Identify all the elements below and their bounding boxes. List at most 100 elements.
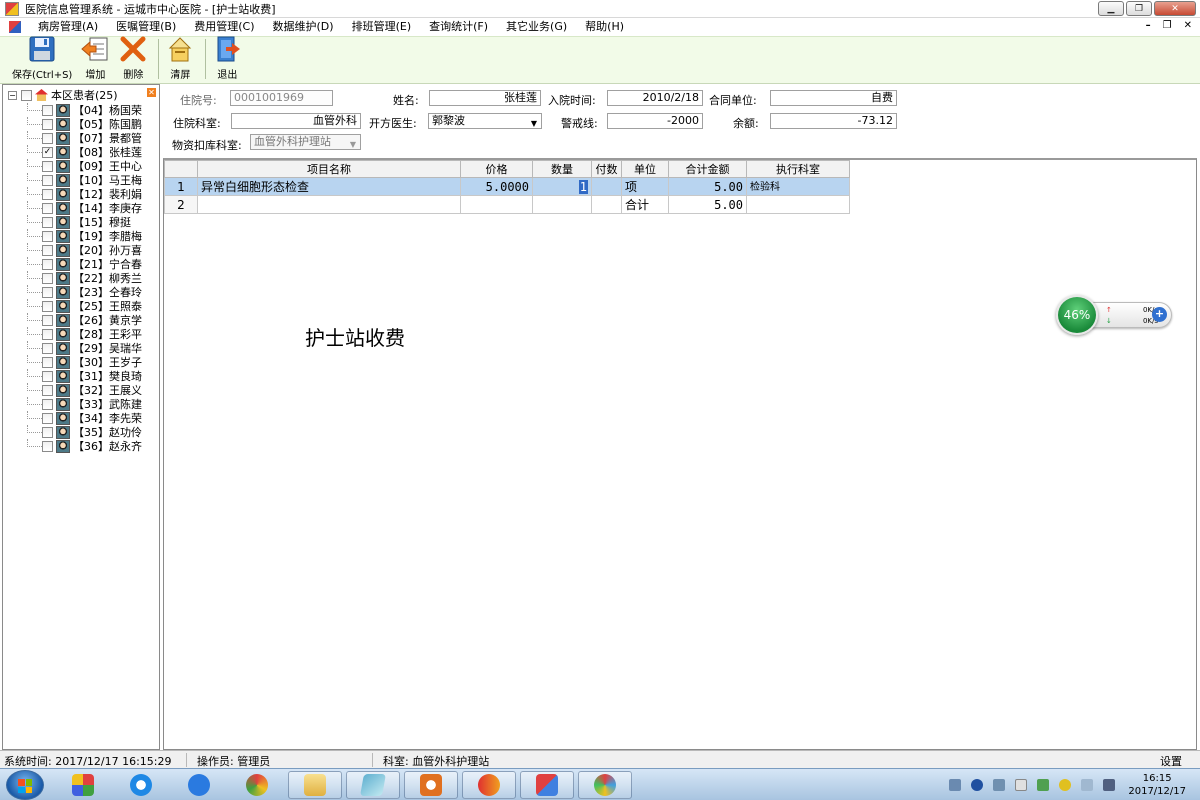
usb-icon[interactable] bbox=[1037, 779, 1050, 791]
menu-schedule[interactable]: 排班管理(E) bbox=[343, 18, 421, 36]
menu-data[interactable]: 数据维护(D) bbox=[264, 18, 343, 36]
cell-doses[interactable] bbox=[591, 177, 622, 196]
cell-item-name[interactable] bbox=[197, 195, 461, 214]
taskbar-app-2[interactable] bbox=[114, 771, 168, 799]
patient-checkbox[interactable] bbox=[42, 300, 53, 312]
patient-checkbox[interactable] bbox=[42, 258, 53, 270]
patient-checkbox[interactable] bbox=[42, 314, 53, 326]
mdi-close-icon[interactable]: ✕ bbox=[1184, 20, 1192, 31]
tree-patient-item[interactable]: 【32】王展义 bbox=[3, 383, 159, 397]
root-checkbox[interactable] bbox=[21, 89, 32, 101]
dropdown-arrow-icon[interactable]: ▼ bbox=[531, 117, 537, 131]
name-field[interactable]: 张桂莲 bbox=[429, 90, 541, 106]
delete-button[interactable]: 删除 bbox=[118, 34, 148, 83]
patient-checkbox[interactable] bbox=[42, 118, 53, 130]
start-button[interactable] bbox=[6, 770, 44, 800]
patient-checkbox[interactable] bbox=[42, 174, 53, 186]
taskbar-app-1[interactable] bbox=[56, 771, 110, 799]
patient-checkbox[interactable] bbox=[42, 426, 53, 438]
menu-other[interactable]: 其它业务(G) bbox=[497, 18, 576, 36]
tree-patient-item[interactable]: 【15】穆挺 bbox=[3, 215, 159, 229]
patient-checkbox[interactable] bbox=[42, 384, 53, 396]
cell-quantity[interactable]: 1 bbox=[532, 177, 592, 196]
tree-patient-item[interactable]: 【26】黄京学 bbox=[3, 313, 159, 327]
minimize-button[interactable]: ▁ bbox=[1098, 1, 1124, 16]
tree-patient-item[interactable]: 【25】王照泰 bbox=[3, 299, 159, 313]
tree-patient-item[interactable]: 【12】裴利娟 bbox=[3, 187, 159, 201]
volume-icon[interactable] bbox=[1103, 779, 1116, 791]
tree-patient-item[interactable]: 【36】赵永齐 bbox=[3, 439, 159, 453]
patient-checkbox[interactable] bbox=[42, 412, 53, 424]
patient-checkbox[interactable] bbox=[42, 202, 53, 214]
help-icon[interactable] bbox=[971, 779, 984, 791]
tree-close-icon[interactable]: ✕ bbox=[147, 88, 156, 97]
tree-patient-item[interactable]: 【04】杨国荣 bbox=[3, 103, 159, 117]
tree-patient-item[interactable]: 【31】樊良琦 bbox=[3, 369, 159, 383]
taskbar-app-9[interactable] bbox=[520, 771, 574, 799]
header-item-name[interactable]: 项目名称 bbox=[197, 160, 461, 178]
restore-button[interactable]: ❐ bbox=[1126, 1, 1152, 16]
add-button[interactable]: 增加 bbox=[80, 34, 110, 83]
patient-checkbox[interactable] bbox=[42, 342, 53, 354]
dropdown-arrow-icon[interactable]: ▼ bbox=[350, 138, 356, 152]
memory-usage-circle[interactable]: 46% bbox=[1056, 295, 1098, 335]
flag-icon[interactable] bbox=[1015, 779, 1028, 791]
patient-checkbox[interactable] bbox=[42, 272, 53, 284]
patient-checkbox[interactable] bbox=[42, 286, 53, 298]
doctor-select[interactable]: 郭黎波 ▼ bbox=[428, 113, 542, 129]
tree-patient-item[interactable]: 【33】武陈建 bbox=[3, 397, 159, 411]
patient-checkbox[interactable] bbox=[42, 132, 53, 144]
patient-checkbox[interactable] bbox=[42, 216, 53, 228]
display-icon[interactable] bbox=[1081, 779, 1094, 791]
tree-patient-item[interactable]: 【21】宁合春 bbox=[3, 257, 159, 271]
patient-checkbox[interactable] bbox=[42, 440, 53, 452]
cell-doses[interactable] bbox=[591, 195, 622, 214]
tree-patient-item[interactable]: 【28】王彩平 bbox=[3, 327, 159, 341]
patient-checkbox[interactable] bbox=[42, 370, 53, 382]
header-price[interactable]: 价格 bbox=[460, 160, 533, 178]
tree-patient-item[interactable]: 【19】李腊梅 bbox=[3, 229, 159, 243]
cell-unit[interactable]: 项 bbox=[621, 177, 669, 196]
network-speed-widget[interactable]: 46% ↑ 0K/s ↓ 0K/s + bbox=[1056, 295, 1174, 335]
plus-icon[interactable]: + bbox=[1152, 307, 1167, 322]
collapse-icon[interactable]: − bbox=[8, 90, 17, 100]
dept-field[interactable]: 血管外科 bbox=[231, 113, 361, 129]
cell-price[interactable]: 5.0000 bbox=[460, 177, 533, 196]
admit-time-field[interactable]: 2010/2/18 bbox=[607, 90, 703, 106]
patient-checkbox[interactable] bbox=[42, 104, 53, 116]
tree-patient-item[interactable]: 【35】赵功伶 bbox=[3, 425, 159, 439]
taskbar-app-3[interactable] bbox=[172, 771, 226, 799]
menu-query[interactable]: 查询统计(F) bbox=[420, 18, 497, 36]
save-button[interactable]: 保存(Ctrl+S) bbox=[12, 34, 72, 83]
patient-checkbox[interactable]: ✓ bbox=[42, 146, 53, 158]
tree-patient-item[interactable]: 【30】王岁子 bbox=[3, 355, 159, 369]
cell-price[interactable] bbox=[460, 195, 533, 214]
header-doses[interactable]: 付数 bbox=[591, 160, 622, 178]
mdi-minimize-icon[interactable]: – bbox=[1146, 20, 1151, 31]
cell-item-name[interactable]: 异常白细胞形态检查 bbox=[197, 177, 461, 196]
header-total[interactable]: 合计金额 bbox=[668, 160, 747, 178]
taskbar-app-10[interactable] bbox=[578, 771, 632, 799]
contract-field[interactable]: 自费 bbox=[770, 90, 897, 106]
cell-quantity[interactable] bbox=[532, 195, 592, 214]
tree-patient-item[interactable]: 【10】马王梅 bbox=[3, 173, 159, 187]
patient-checkbox[interactable] bbox=[42, 230, 53, 242]
settings-link[interactable]: 设置 bbox=[1160, 753, 1182, 769]
tree-patient-item[interactable]: 【23】仝春玲 bbox=[3, 285, 159, 299]
menu-help[interactable]: 帮助(H) bbox=[576, 18, 633, 36]
patient-checkbox[interactable] bbox=[42, 160, 53, 172]
mdi-restore-icon[interactable]: ❐ bbox=[1163, 20, 1172, 31]
header-exec-dept[interactable]: 执行科室 bbox=[746, 160, 850, 178]
admission-no-field[interactable]: 0001001969 bbox=[230, 90, 333, 106]
patient-checkbox[interactable] bbox=[42, 328, 53, 340]
patient-checkbox[interactable] bbox=[42, 244, 53, 256]
tree-patient-item[interactable]: 【29】吴瑞华 bbox=[3, 341, 159, 355]
taskbar-app-5[interactable] bbox=[288, 771, 342, 799]
header-unit[interactable]: 单位 bbox=[621, 160, 669, 178]
material-dept-select[interactable]: 血管外科护理站 ▼ bbox=[250, 134, 361, 150]
taskbar-app-8[interactable] bbox=[462, 771, 516, 799]
tree-patient-item[interactable]: 【20】孙万喜 bbox=[3, 243, 159, 257]
warning-field[interactable]: -2000 bbox=[607, 113, 703, 129]
taskbar-clock[interactable]: 16:15 2017/12/17 bbox=[1128, 772, 1186, 798]
security-icon[interactable] bbox=[1059, 779, 1072, 791]
